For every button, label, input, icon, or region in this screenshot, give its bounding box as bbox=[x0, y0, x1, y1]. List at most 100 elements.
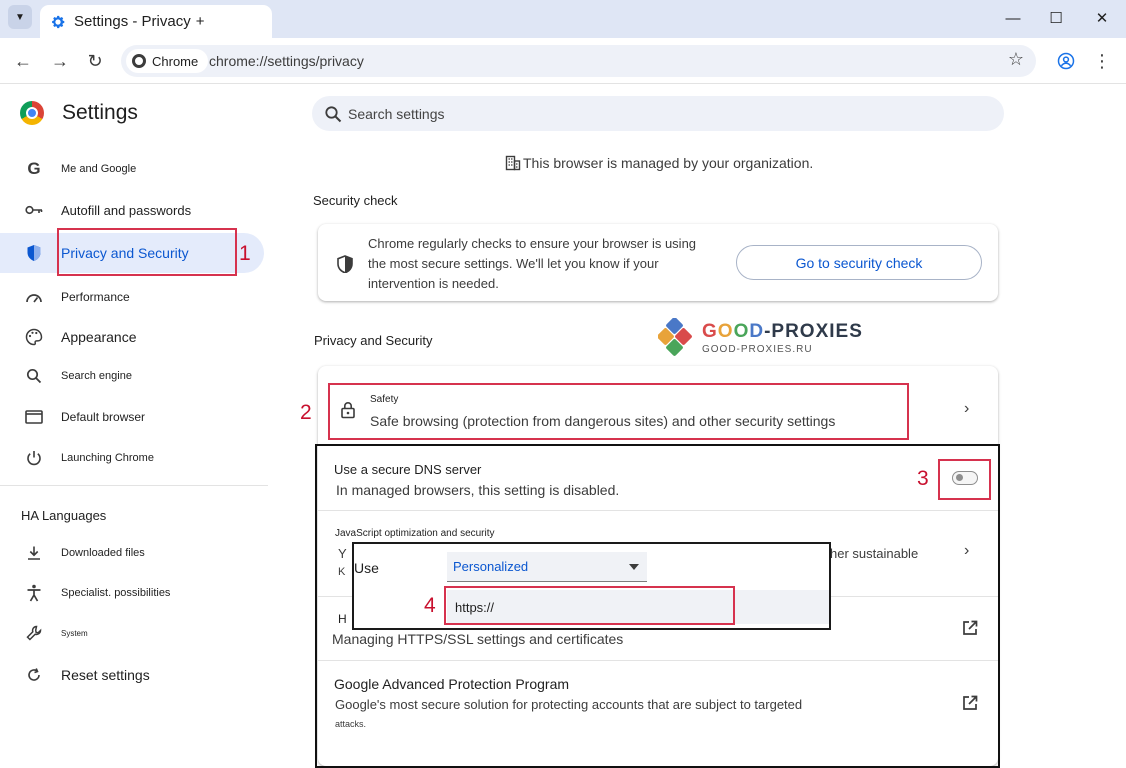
shield-check-icon bbox=[337, 255, 353, 273]
sidebar-item-launching-chrome[interactable]: Launching Chrome bbox=[0, 438, 264, 478]
certificates-title: H bbox=[338, 612, 347, 626]
advanced-protection-subtitle-line2: attacks. bbox=[335, 719, 367, 729]
watermark-letter: O bbox=[717, 321, 734, 342]
settings-brand: Settings bbox=[20, 101, 138, 125]
url-text[interactable]: chrome://settings/privacy bbox=[209, 53, 364, 69]
managed-notice-text: This browser is managed by your organiza… bbox=[523, 155, 814, 171]
chrome-logo-icon bbox=[132, 54, 146, 68]
sidebar-item-search-engine[interactable]: Search engine bbox=[0, 356, 264, 396]
gear-icon bbox=[52, 15, 65, 28]
sidebar-item-accessibility[interactable]: Specialist. possibilities bbox=[0, 573, 264, 613]
search-icon bbox=[24, 366, 44, 386]
sidebar-item-performance[interactable]: Performance bbox=[0, 277, 264, 317]
tab-title: Settings - Privacy bbox=[74, 13, 191, 30]
watermark-brand: GOOD-PROXIES bbox=[702, 321, 863, 343]
settings-sidebar: Settings G Me and Google Autofill and pa… bbox=[0, 85, 270, 768]
good-proxies-logo-icon bbox=[658, 318, 692, 356]
sidebar-item-reset[interactable]: Reset settings bbox=[0, 655, 264, 695]
chevron-down-icon: ▼ bbox=[15, 11, 25, 23]
javascript-subtitle-start: Y bbox=[338, 546, 347, 561]
security-check-description: Chrome regularly checks to ensure your b… bbox=[368, 236, 697, 291]
dns-provider-select[interactable]: Personalized bbox=[447, 552, 647, 582]
javascript-subtitle-end: her sustainable bbox=[830, 546, 919, 561]
sidebar-item-system[interactable]: System bbox=[0, 613, 264, 653]
sidebar-item-label: Search engine bbox=[61, 370, 132, 382]
dropdown-caret-icon bbox=[629, 564, 639, 570]
go-to-security-check-button[interactable]: Go to security check bbox=[736, 245, 982, 280]
safety-subtitle: Safe browsing (protection from dangerous… bbox=[370, 413, 836, 429]
row-divider bbox=[318, 660, 998, 661]
secure-dns-row: Use a secure DNS server In managed brows… bbox=[318, 446, 998, 510]
close-window-button[interactable]: ✕ bbox=[1087, 6, 1117, 30]
watermark-letter: -PROXIES bbox=[764, 321, 863, 342]
tab-strip: ▼ Settings - Privacy + — ☐ ✕ bbox=[0, 0, 1126, 38]
sidebar-divider bbox=[0, 485, 268, 486]
search-input[interactable] bbox=[348, 105, 948, 122]
safety-row[interactable]: Safety Safe browsing (protection from da… bbox=[318, 378, 998, 444]
secure-dns-subtitle: In managed browsers, this setting is dis… bbox=[336, 482, 620, 498]
watermark-letter: G bbox=[702, 321, 718, 342]
settings-search-box[interactable] bbox=[312, 96, 1004, 131]
sidebar-item-label: Appearance bbox=[61, 329, 137, 345]
security-check-card: Chrome regularly checks to ensure your b… bbox=[318, 224, 998, 301]
sidebar-item-default-browser[interactable]: Default browser bbox=[0, 397, 264, 437]
row-divider bbox=[318, 510, 998, 511]
secure-dns-toggle[interactable] bbox=[952, 471, 978, 485]
chevron-right-icon: › bbox=[964, 542, 970, 559]
sidebar-item-privacy-security[interactable]: Privacy and Security bbox=[0, 233, 264, 273]
profile-button[interactable] bbox=[1054, 49, 1078, 73]
building-icon bbox=[505, 155, 521, 171]
search-icon bbox=[325, 105, 342, 122]
sidebar-item-label: Downloaded files bbox=[61, 547, 145, 559]
annotation-number-1: 1 bbox=[239, 242, 251, 265]
annotation-number-2: 2 bbox=[300, 401, 312, 424]
external-link-icon bbox=[963, 620, 978, 635]
reset-icon bbox=[24, 665, 44, 685]
sidebar-item-label: System bbox=[61, 628, 88, 638]
good-proxies-watermark: GOOD-PROXIES GOOD-PROXIES.RU bbox=[656, 316, 886, 360]
sidebar-item-label: Reset settings bbox=[61, 667, 150, 683]
sidebar-item-autofill[interactable]: Autofill and passwords bbox=[0, 190, 264, 230]
dns-custom-url-input[interactable] bbox=[447, 590, 829, 624]
browser-toolbar: ← → ↻ Chrome chrome://settings/privacy ☆… bbox=[0, 38, 1126, 84]
address-bar[interactable]: Chrome chrome://settings/privacy ☆ bbox=[121, 45, 1036, 77]
reload-button[interactable]: ↻ bbox=[83, 49, 107, 73]
safety-title: Safety bbox=[370, 394, 399, 405]
download-icon bbox=[24, 543, 44, 563]
dns-use-label: Use bbox=[354, 560, 379, 576]
palette-icon bbox=[24, 327, 44, 347]
sidebar-item-appearance[interactable]: Appearance bbox=[0, 317, 264, 357]
speedometer-icon bbox=[24, 287, 44, 307]
google-g-icon: G bbox=[27, 159, 41, 178]
back-button[interactable]: ← bbox=[11, 49, 35, 73]
dns-provider-value: Personalized bbox=[453, 559, 529, 574]
forward-button[interactable]: → bbox=[48, 49, 72, 73]
sidebar-item-label: Performance bbox=[61, 290, 130, 304]
menu-button[interactable]: ⋮ bbox=[1090, 49, 1114, 73]
new-tab-button[interactable]: + bbox=[196, 13, 205, 30]
sidebar-item-me-and-google[interactable]: G Me and Google bbox=[0, 149, 264, 189]
sidebar-item-label: Autofill and passwords bbox=[61, 202, 192, 218]
sidebar-item-label: Specialist. possibilities bbox=[61, 587, 171, 599]
sidebar-item-label: Launching Chrome bbox=[61, 452, 154, 464]
annotation-number-3: 3 bbox=[917, 467, 929, 490]
sidebar-item-label: Privacy and Security bbox=[61, 245, 189, 261]
sidebar-item-downloads[interactable]: Downloaded files bbox=[0, 533, 264, 573]
row-divider bbox=[318, 444, 998, 445]
javascript-title: JavaScript optimization and security bbox=[335, 528, 495, 539]
bookmark-star-icon[interactable]: ☆ bbox=[1008, 49, 1024, 70]
sidebar-languages-header[interactable]: HA Languages bbox=[21, 508, 106, 523]
advanced-protection-row[interactable]: Google Advanced Protection Program Googl… bbox=[318, 662, 998, 762]
accessibility-icon bbox=[24, 583, 44, 603]
maximize-button[interactable]: ☐ bbox=[1041, 6, 1071, 30]
tab-settings-privacy[interactable]: Settings - Privacy + bbox=[40, 5, 272, 38]
tab-search-button[interactable]: ▼ bbox=[8, 5, 32, 29]
settings-title: Settings bbox=[62, 101, 138, 124]
minimize-button[interactable]: — bbox=[998, 6, 1028, 30]
watermark-letter: D bbox=[749, 321, 765, 342]
annotation-number-4: 4 bbox=[424, 594, 436, 617]
chrome-logo-icon bbox=[20, 101, 44, 125]
sidebar-item-label: Me and Google bbox=[61, 163, 137, 175]
chevron-right-icon: › bbox=[964, 400, 970, 417]
site-info-chip[interactable]: Chrome bbox=[126, 49, 209, 73]
